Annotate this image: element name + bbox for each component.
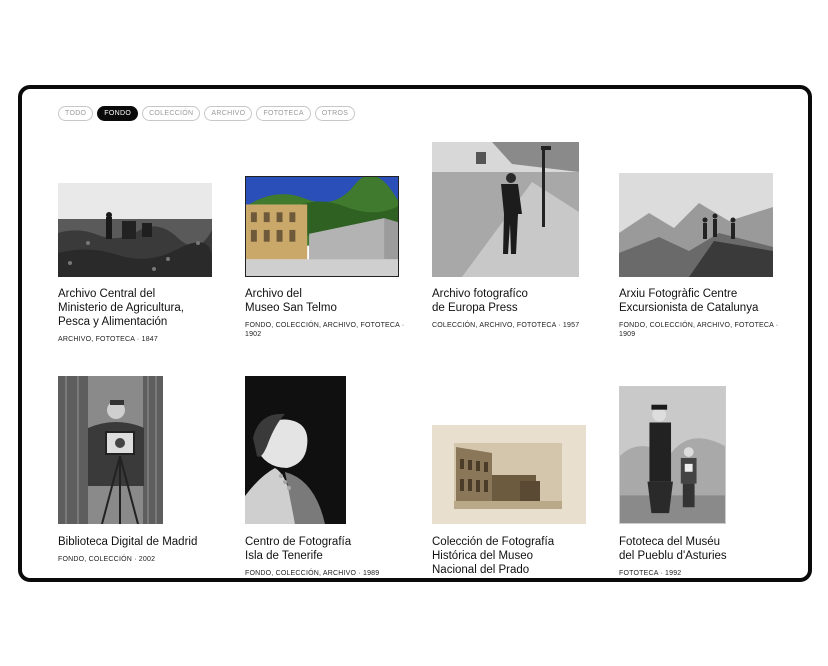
archive-photo-asturies[interactable]	[619, 386, 726, 524]
archive-card-title[interactable]: Fototeca del Muséu del Pueblu d'Asturies	[619, 535, 789, 563]
archive-card-title[interactable]: Archivo fotografíco de Europa Press	[432, 287, 592, 315]
archive-photo-catalunya[interactable]	[619, 173, 773, 277]
filter-otros[interactable]: OTROS	[314, 106, 356, 121]
archive-photo-madrid[interactable]	[58, 376, 163, 524]
archive-card-title[interactable]: Biblioteca Digital de Madrid	[58, 535, 228, 549]
browser-frame: TODO FONDO COLECCIÓN ARCHIVO FOTOTECA OT…	[18, 85, 812, 582]
archive-card-meta: FONDO, COLECCIÓN, ARCHIVO, FOTOTECA · 19…	[619, 322, 779, 338]
archive-card-meta: ARCHIVO, FOTOTECA · 1847	[58, 336, 158, 343]
archive-photo-san-telmo[interactable]	[245, 176, 399, 277]
archive-card-title[interactable]: Archivo del Museo San Telmo	[245, 287, 405, 315]
filter-fondo[interactable]: FONDO	[97, 106, 139, 121]
archive-photo-agriculture[interactable]	[58, 183, 212, 277]
archive-card-title[interactable]: Colección de Fotografía Histórica del Mu…	[432, 535, 602, 577]
archive-photo-prado[interactable]	[432, 425, 586, 524]
filter-coleccion[interactable]: COLECCIÓN	[142, 106, 201, 121]
archive-card-meta: FOTOTECA · 1992	[619, 570, 682, 577]
archive-card-meta: FONDO, COLECCIÓN, ARCHIVO · 1989	[245, 570, 380, 577]
archive-photo-europa-press[interactable]	[432, 142, 579, 277]
archive-card-title[interactable]: Arxiu Fotogràfic Centre Excursionista de…	[619, 287, 789, 315]
filter-archivo[interactable]: ARCHIVO	[204, 106, 253, 121]
archive-card-title[interactable]: Archivo Central del Ministerio de Agricu…	[58, 287, 218, 329]
filter-todo[interactable]: TODO	[58, 106, 94, 121]
filter-bar: TODO FONDO COLECCIÓN ARCHIVO FOTOTECA OT…	[58, 106, 356, 121]
archive-card-meta: COLECCIÓN, ARCHIVO, FOTOTECA · 1957	[432, 322, 580, 329]
filter-fototeca[interactable]: FOTOTECA	[256, 106, 311, 121]
archive-card-title[interactable]: Centro de Fotografía Isla de Tenerife	[245, 535, 415, 563]
archive-card-meta: FONDO, COLECCIÓN · 2002	[58, 556, 156, 563]
archive-card-meta: FONDO, COLECCIÓN, ARCHIVO, FOTOTECA · 19…	[245, 322, 405, 338]
archive-photo-tenerife[interactable]	[245, 376, 346, 524]
